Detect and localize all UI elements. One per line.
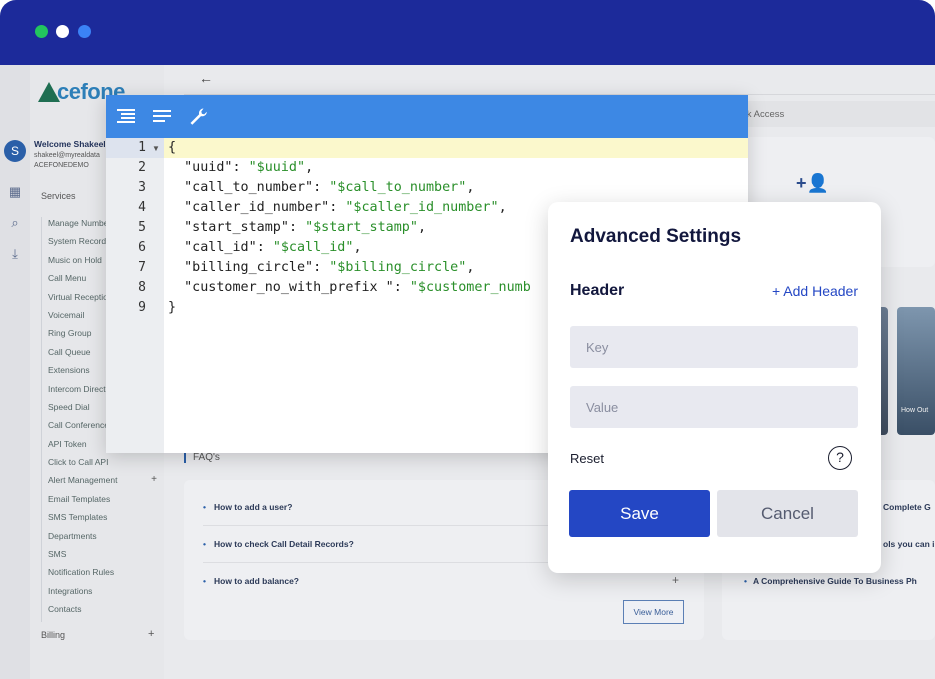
sidebar-item[interactable]: Notification Rules xyxy=(42,566,161,584)
window-titlebar xyxy=(0,0,935,65)
code-line: } xyxy=(168,300,177,315)
code-line: { xyxy=(168,140,177,155)
sidebar-item[interactable]: Email Templates xyxy=(42,493,161,511)
quick-access-header: ck Access xyxy=(730,101,935,127)
line-number: 6 xyxy=(138,240,146,255)
guide-item[interactable]: ols you can i xyxy=(883,539,935,549)
search-icon[interactable]: ⌕ xyxy=(8,216,22,230)
format-icon[interactable] xyxy=(116,107,136,125)
active-line-highlight xyxy=(164,138,748,158)
avatar[interactable]: S xyxy=(4,140,26,162)
sidebar-item[interactable]: Departments xyxy=(42,530,161,548)
header-section-label: Header xyxy=(570,282,625,299)
user-org: ACEFONEDEMO xyxy=(34,162,89,169)
expand-plus-icon[interactable]: + xyxy=(151,474,157,486)
window-maximize-dot[interactable] xyxy=(78,25,91,38)
save-button[interactable]: Save xyxy=(569,490,710,537)
user-email: shakeel@myrealdata xyxy=(34,152,100,159)
code-line: "call_to_number": "$call_to_number", xyxy=(184,180,475,195)
line-number: 3 xyxy=(138,180,146,195)
code-line: "call_id": "$call_id", xyxy=(184,240,362,255)
guide-item[interactable]: Complete G xyxy=(883,502,931,512)
guide-item-label: A Comprehensive Guide To Business Ph xyxy=(752,576,917,586)
code-line: "caller_id_number": "$caller_id_number", xyxy=(184,200,507,215)
view-more-button[interactable]: View More xyxy=(623,600,684,624)
faq-item[interactable]: How to add a user? xyxy=(203,502,292,512)
faq-expand-plus-icon[interactable]: + xyxy=(672,573,679,587)
key-input[interactable] xyxy=(570,326,858,368)
add-header-button[interactable]: + Add Header xyxy=(772,283,858,299)
wrench-icon[interactable] xyxy=(188,107,208,125)
line-number: 2 xyxy=(138,160,146,175)
dashboard-icon[interactable]: ▦ xyxy=(8,185,22,199)
sidebar-item[interactable]: Contacts xyxy=(42,603,161,621)
compact-icon[interactable] xyxy=(152,107,172,125)
faq-title: FAQ's xyxy=(184,452,220,463)
window-close-dot[interactable] xyxy=(35,25,48,38)
guide-image-caption: How Out xyxy=(901,407,929,414)
back-arrow-icon[interactable]: ← xyxy=(199,70,213,86)
faq-item[interactable]: How to check Call Detail Records? xyxy=(203,539,354,549)
top-bar xyxy=(184,65,935,95)
line-number: 5 xyxy=(138,220,146,235)
editor-toolbar xyxy=(106,95,748,138)
sidebar-services-label[interactable]: Services xyxy=(41,191,76,201)
add-user-icon[interactable]: +👤 xyxy=(796,173,829,194)
guide-image[interactable] xyxy=(897,307,935,435)
sidebar-item[interactable]: Click to Call API xyxy=(42,456,161,474)
sidebar-item[interactable]: SMS Templates xyxy=(42,511,161,529)
welcome-text: Welcome Shakeel xyxy=(34,139,106,149)
billing-expand-plus-icon[interactable]: + xyxy=(148,628,154,640)
cancel-button[interactable]: Cancel xyxy=(717,490,858,537)
sidebar-item-alert-management[interactable]: Alert Management + xyxy=(42,474,161,492)
sidebar-item[interactable]: SMS xyxy=(42,548,161,566)
advanced-settings-modal: Advanced Settings Header + Add Header Re… xyxy=(548,202,881,573)
line-number: 8 xyxy=(138,280,146,295)
line-number: 1 xyxy=(138,140,146,155)
value-input[interactable] xyxy=(570,386,858,428)
line-number: 4 xyxy=(138,200,146,215)
code-line: "customer_no_with_prefix ": "$customer_n… xyxy=(184,280,531,295)
code-line: "billing_circle": "$billing_circle", xyxy=(184,260,475,275)
modal-title: Advanced Settings xyxy=(570,226,742,247)
faq-item[interactable]: How to add balance? xyxy=(203,576,299,586)
line-number: 9 xyxy=(138,300,146,315)
code-line: "uuid": "$uuid", xyxy=(184,160,314,175)
download-icon[interactable]: ⤓ xyxy=(8,247,22,261)
window-minimize-dot[interactable] xyxy=(56,25,69,38)
fold-toggle-icon[interactable]: ▼ xyxy=(152,144,160,153)
guide-item[interactable]: • A Comprehensive Guide To Business Ph xyxy=(744,576,917,586)
code-line: "start_stamp": "$start_stamp", xyxy=(184,220,426,235)
reset-button[interactable]: Reset xyxy=(570,451,604,466)
line-number: 7 xyxy=(138,260,146,275)
sidebar-billing-label[interactable]: Billing xyxy=(41,630,65,640)
help-icon[interactable]: ? xyxy=(828,446,852,470)
browser-window: ▦ ⌕ ⤓ cefone S Welcome Shakeel shakeel@m… xyxy=(0,0,935,679)
sidebar-item-label: Alert Management xyxy=(48,475,118,486)
sidebar-item[interactable]: Integrations xyxy=(42,585,161,603)
